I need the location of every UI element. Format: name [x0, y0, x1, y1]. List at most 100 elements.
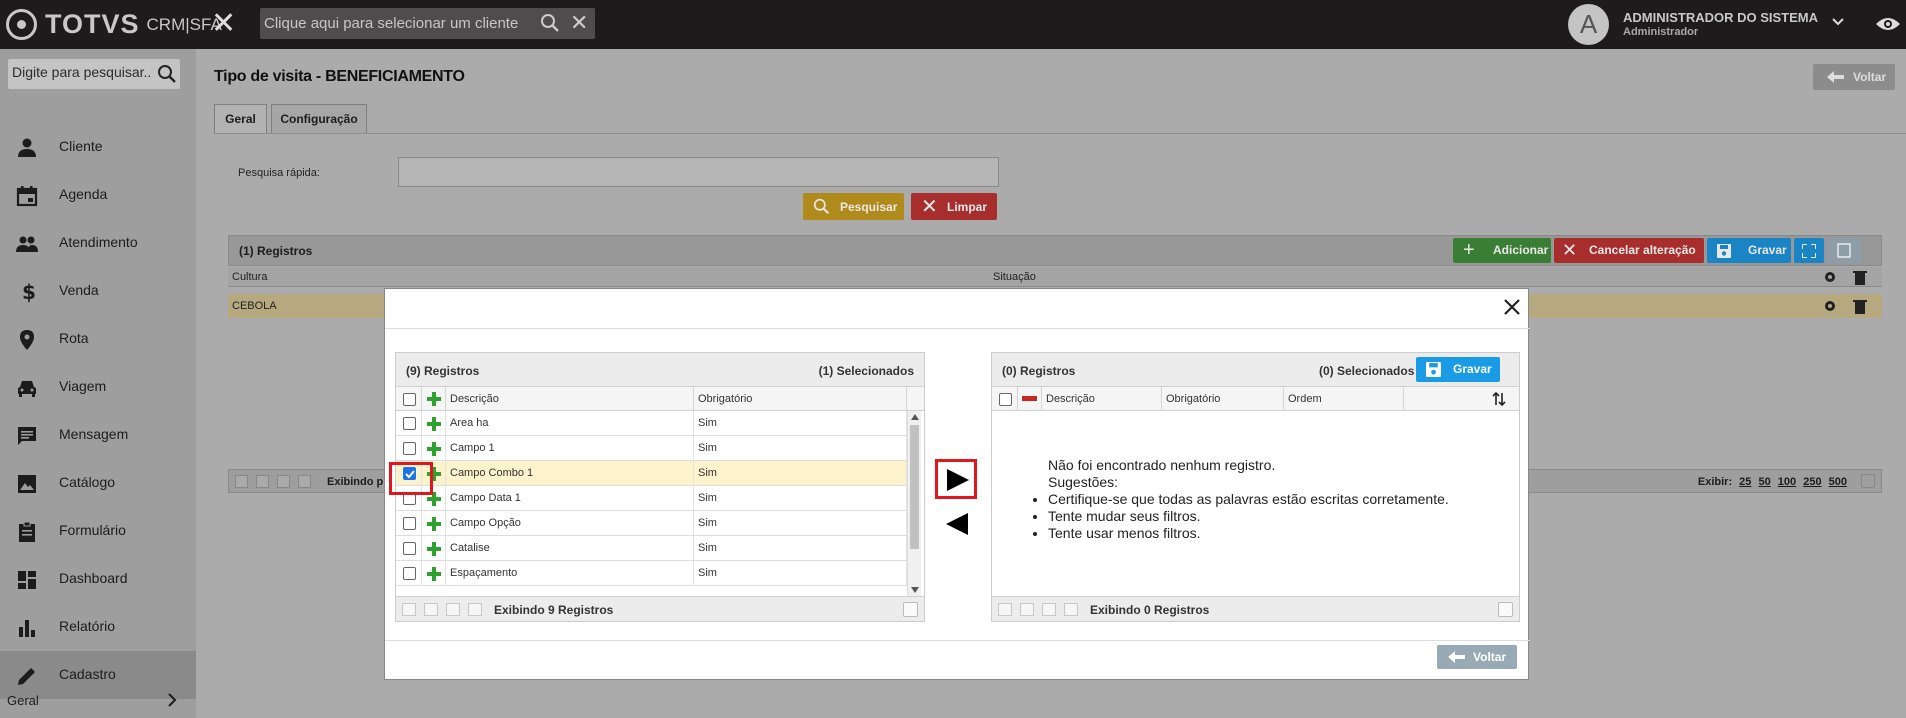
move-left-button[interactable] — [946, 513, 968, 535]
plus-icon[interactable] — [427, 442, 441, 456]
plus-icon[interactable] — [427, 567, 441, 581]
gear-icon[interactable] — [1822, 298, 1838, 314]
next-page-button[interactable] — [1042, 603, 1056, 616]
page-size-250[interactable]: 250 — [1803, 476, 1821, 488]
last-page-button[interactable] — [468, 603, 482, 616]
move-right-button[interactable] — [935, 459, 977, 499]
prev-page-button[interactable] — [256, 475, 269, 488]
add-button[interactable]: + Adicionar — [1453, 238, 1551, 263]
list-item[interactable]: Espaçamento Sim — [396, 561, 907, 586]
close-menu-icon[interactable]: ✕ — [211, 9, 236, 39]
column-descricao[interactable]: Descrição — [446, 387, 694, 411]
app-logo[interactable]: TOTVS CRM|SFA — [6, 9, 222, 40]
sidebar-item-agenda[interactable]: Agenda — [0, 171, 196, 219]
scrollbar[interactable] — [907, 411, 921, 597]
modal-back-button[interactable]: Voltar — [1437, 645, 1517, 669]
chevron-down-icon[interactable] — [1831, 12, 1845, 32]
plus-icon[interactable] — [427, 417, 441, 431]
clear-button[interactable]: ✕ Limpar — [911, 193, 997, 220]
first-page-button[interactable] — [235, 475, 248, 488]
sidebar-item-mensagem[interactable]: Mensagem — [0, 411, 196, 459]
plus-icon[interactable] — [427, 517, 441, 531]
trash-icon[interactable] — [1853, 298, 1867, 314]
next-page-button[interactable] — [446, 603, 460, 616]
tab-geral[interactable]: Geral — [214, 104, 267, 134]
client-search-input[interactable] — [264, 13, 524, 33]
search-button[interactable]: Pesquisar — [803, 193, 904, 220]
prev-page-button[interactable] — [424, 603, 438, 616]
list-item[interactable]: Area ha Sim — [396, 411, 907, 436]
last-page-button[interactable] — [1064, 603, 1078, 616]
save-selected-label: Gravar — [1453, 362, 1492, 376]
sidebar-item-relatorio[interactable]: Relatório — [0, 603, 196, 651]
minus-icon[interactable] — [1022, 396, 1037, 401]
cancel-change-button[interactable]: ✕ Cancelar alteração — [1554, 238, 1704, 263]
page-size-50[interactable]: 50 — [1758, 476, 1770, 488]
select-all-checkbox[interactable] — [999, 393, 1012, 406]
panel-header: (0) Registros (0) Selecionados Gravar — [992, 353, 1519, 387]
sidebar-item-label: Venda — [59, 282, 99, 298]
sidebar-item-dashboard[interactable]: Dashboard — [0, 555, 196, 603]
first-page-button[interactable] — [998, 603, 1012, 616]
sidebar-search-input[interactable] — [12, 64, 152, 80]
close-icon[interactable] — [1502, 297, 1522, 317]
next-page-button[interactable] — [277, 475, 290, 488]
select-all-checkbox[interactable] — [403, 393, 416, 406]
column-descricao[interactable]: Descrição — [1042, 387, 1162, 411]
list-item-selected[interactable]: Campo Combo 1 Sim — [396, 461, 907, 486]
list-item[interactable]: Campo 1 Sim — [396, 436, 907, 461]
plus-icon[interactable] — [427, 392, 441, 406]
tab-configuracao[interactable]: Configuração — [271, 104, 367, 134]
sidebar-item-viagem[interactable]: Viagem — [0, 363, 196, 411]
first-page-button[interactable] — [402, 603, 416, 616]
client-selector[interactable]: ✕ — [260, 8, 595, 39]
chevron-right-icon[interactable] — [166, 692, 178, 708]
row-checkbox[interactable] — [403, 442, 416, 455]
plus-icon[interactable] — [427, 542, 441, 556]
eye-icon[interactable] — [1875, 16, 1901, 32]
scroll-up-icon[interactable] — [911, 414, 919, 420]
page-size-25[interactable]: 25 — [1739, 476, 1751, 488]
list-item[interactable]: Campo Opção Sim — [396, 511, 907, 536]
export-button[interactable] — [1827, 238, 1861, 263]
sidebar-search[interactable] — [8, 59, 180, 89]
page-size-500[interactable]: 500 — [1829, 476, 1847, 488]
gear-icon[interactable] — [1822, 269, 1838, 285]
back-button[interactable]: Voltar — [1813, 64, 1895, 90]
sidebar-item-rota[interactable]: Rota — [0, 315, 196, 363]
row-checkbox[interactable] — [403, 542, 416, 555]
sidebar-item-venda[interactable]: $ Venda — [0, 267, 196, 315]
lightbulb-icon[interactable] — [1861, 474, 1875, 488]
clear-client-icon[interactable]: ✕ — [570, 10, 588, 36]
list-item[interactable]: Campo Data 1 Sim — [396, 486, 907, 511]
lightbulb-icon[interactable] — [1498, 602, 1513, 617]
row-checkbox[interactable] — [403, 567, 416, 580]
search-icon[interactable] — [157, 64, 177, 84]
trash-icon[interactable] — [1853, 269, 1867, 285]
quick-search-input[interactable] — [398, 157, 999, 187]
sidebar-item-catalogo[interactable]: Catálogo — [0, 459, 196, 507]
row-checkbox[interactable] — [403, 417, 416, 430]
column-ordem[interactable]: Ordem — [1284, 387, 1404, 411]
save-button[interactable]: Gravar — [1707, 238, 1791, 263]
scrollbar-thumb[interactable] — [910, 425, 919, 549]
sidebar-item-formulario[interactable]: Formulário — [0, 507, 196, 555]
lightbulb-icon[interactable] — [903, 602, 918, 617]
sidebar-footer-geral[interactable]: Geral — [0, 681, 196, 718]
sidebar-item-cliente[interactable]: Cliente — [0, 123, 196, 171]
sort-icon[interactable] — [1491, 391, 1507, 407]
prev-page-button[interactable] — [1020, 603, 1034, 616]
last-page-button[interactable] — [298, 475, 311, 488]
avatar[interactable]: A — [1568, 4, 1609, 45]
row-checkbox[interactable] — [403, 517, 416, 530]
page-size-100[interactable]: 100 — [1778, 476, 1796, 488]
scroll-down-icon[interactable] — [911, 587, 919, 593]
column-obrigatorio[interactable]: Obrigatório — [694, 387, 907, 411]
list-item[interactable]: Catalise Sim — [396, 536, 907, 561]
save-selected-button[interactable]: Gravar — [1416, 357, 1500, 382]
column-obrigatorio[interactable]: Obrigatório — [1162, 387, 1284, 411]
fullscreen-button[interactable] — [1794, 238, 1824, 263]
search-icon[interactable] — [540, 13, 560, 33]
row-descricao: Espaçamento — [446, 561, 694, 586]
sidebar-item-atendimento[interactable]: Atendimento — [0, 219, 196, 267]
